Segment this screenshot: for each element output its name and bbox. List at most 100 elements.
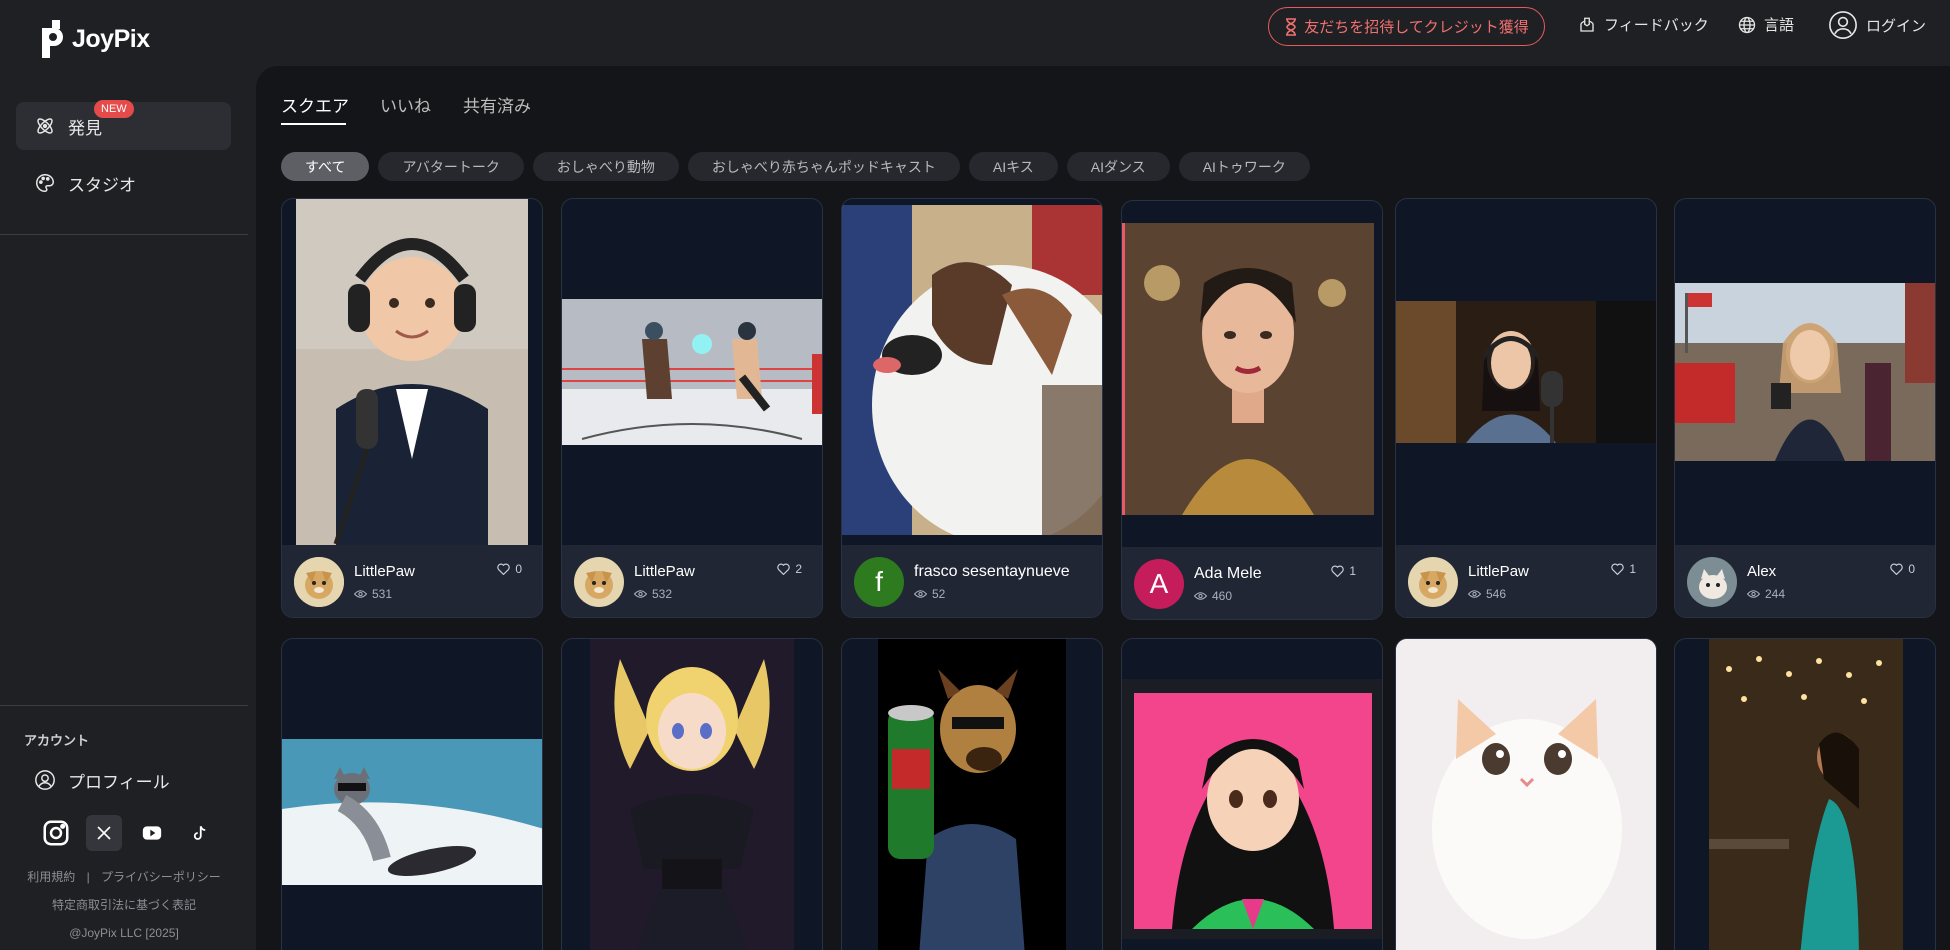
- view-count-value: 52: [932, 587, 946, 601]
- sidebar-item-discover[interactable]: 発見 NEW: [16, 100, 231, 150]
- heart-icon: [1890, 563, 1904, 575]
- tab-shared[interactable]: 共有済み: [463, 92, 531, 117]
- sidebar-item-profile[interactable]: プロフィール: [16, 756, 231, 804]
- video-card[interactable]: [561, 638, 823, 950]
- video-card[interactable]: [1395, 638, 1657, 950]
- video-thumbnail[interactable]: [562, 299, 822, 445]
- avatar[interactable]: [294, 557, 344, 607]
- terms-link[interactable]: 利用規約: [27, 870, 75, 884]
- view-count: 532: [634, 587, 672, 601]
- like-button[interactable]: 0: [1890, 562, 1915, 576]
- card-footer: LittlePaw 546 1: [1396, 545, 1656, 617]
- video-card[interactable]: [1674, 638, 1936, 950]
- video-card[interactable]: f frasco sesentaynueve 52: [841, 198, 1103, 618]
- avatar[interactable]: [1687, 557, 1737, 607]
- sidebar-item-label: 発見: [68, 118, 102, 138]
- heart-icon: [777, 563, 791, 575]
- filter-avatar-talk[interactable]: アバタートーク: [378, 152, 524, 181]
- video-thumbnail[interactable]: [1122, 223, 1374, 515]
- filter-chips: すべて アバタートーク おしゃべり動物 おしゃべり赤ちゃんポッドキャスト AIキ…: [281, 152, 1310, 181]
- sidebar-divider: [0, 705, 248, 706]
- like-button[interactable]: 1: [1611, 562, 1636, 576]
- video-thumbnail[interactable]: [1709, 639, 1903, 950]
- filter-ai-dance[interactable]: AIダンス: [1066, 152, 1170, 181]
- video-thumbnail[interactable]: [1396, 639, 1656, 950]
- video-card[interactable]: Alex 244 0: [1674, 198, 1936, 618]
- instagram-icon[interactable]: [38, 815, 74, 851]
- card-footer: f frasco sesentaynueve 52: [842, 545, 1102, 617]
- video-card[interactable]: LittlePaw 546 1: [1395, 198, 1657, 618]
- video-card[interactable]: [281, 638, 543, 950]
- like-count: 1: [1629, 562, 1636, 576]
- like-button[interactable]: 2: [777, 562, 802, 576]
- filter-ai-twerk[interactable]: AIトゥワーク: [1178, 152, 1310, 181]
- heart-icon: [497, 563, 511, 575]
- video-thumbnail[interactable]: [590, 639, 794, 950]
- login-button[interactable]: ログイン: [1828, 10, 1926, 40]
- view-count-value: 531: [372, 587, 393, 601]
- avatar[interactable]: [1408, 557, 1458, 607]
- video-thumbnail[interactable]: [878, 639, 1066, 950]
- language-label: 言語: [1764, 17, 1795, 34]
- eye-icon: [354, 590, 367, 598]
- view-count-value: 460: [1212, 589, 1233, 603]
- sidebar-item-studio[interactable]: スタジオ: [16, 159, 231, 207]
- legal-links: 利用規約 | プライバシーポリシー: [0, 868, 248, 885]
- app-name: JoyPix: [72, 24, 150, 53]
- hourglass-icon: [1286, 17, 1297, 36]
- creator-name[interactable]: LittlePaw: [634, 563, 695, 580]
- logo-icon: [42, 20, 63, 58]
- video-thumbnail[interactable]: [842, 205, 1102, 535]
- eye-icon: [634, 590, 647, 598]
- sidebar-item-label: スタジオ: [68, 175, 136, 195]
- video-card[interactable]: [841, 638, 1103, 950]
- tiktok-icon[interactable]: [182, 815, 218, 851]
- avatar[interactable]: [574, 557, 624, 607]
- copyright: @JoyPix LLC [2025]: [69, 926, 179, 940]
- invite-friends-button[interactable]: 友だちを招待してクレジット獲得: [1268, 7, 1545, 46]
- feedback-label: フィードバック: [1604, 17, 1709, 34]
- user-circle-icon: [1829, 11, 1857, 39]
- avatar[interactable]: A: [1134, 559, 1184, 609]
- creator-name[interactable]: LittlePaw: [354, 563, 415, 580]
- youtube-icon[interactable]: [134, 815, 170, 851]
- video-thumbnail[interactable]: [282, 739, 542, 885]
- like-button[interactable]: 0: [497, 562, 522, 576]
- view-count: 460: [1194, 589, 1232, 603]
- new-badge: NEW: [94, 100, 134, 118]
- privacy-link[interactable]: プライバシーポリシー: [101, 870, 221, 884]
- creator-name[interactable]: Ada Mele: [1194, 565, 1262, 583]
- view-count: 531: [354, 587, 392, 601]
- filter-talking-animals[interactable]: おしゃべり動物: [532, 152, 679, 181]
- tab-square[interactable]: スクエア: [281, 92, 349, 117]
- video-thumbnail[interactable]: [1122, 679, 1382, 939]
- video-thumbnail[interactable]: [1675, 283, 1935, 461]
- creator-name[interactable]: Alex: [1747, 563, 1776, 580]
- feedback-button[interactable]: フィードバック: [1578, 14, 1709, 35]
- language-button[interactable]: 言語: [1738, 14, 1794, 35]
- like-count: 0: [1908, 562, 1915, 576]
- like-count: 1: [1349, 564, 1356, 578]
- video-card[interactable]: LittlePaw 532 2: [561, 198, 823, 618]
- sidebar-item-label: プロフィール: [68, 772, 170, 792]
- tab-likes[interactable]: いいね: [380, 92, 431, 117]
- creator-name[interactable]: LittlePaw: [1468, 563, 1529, 580]
- video-thumbnail[interactable]: [296, 199, 528, 547]
- atom-icon: [37, 118, 53, 134]
- filter-all[interactable]: すべて: [281, 152, 370, 181]
- avatar[interactable]: f: [854, 557, 904, 607]
- filter-ai-kiss[interactable]: AIキス: [968, 152, 1058, 181]
- app-logo[interactable]: JoyPix: [38, 18, 150, 60]
- video-thumbnail[interactable]: [1396, 301, 1656, 443]
- filter-baby-podcast[interactable]: おしゃべり赤ちゃんポッドキャスト: [687, 152, 960, 181]
- video-card[interactable]: A Ada Mele 460 1: [1121, 200, 1383, 620]
- like-button[interactable]: 1: [1331, 564, 1356, 578]
- commerce-link[interactable]: 特定商取引法に基づく表記: [0, 896, 248, 913]
- main-content: スクエア いいね 共有済み すべて アバタートーク おしゃべり動物 おしゃべり赤…: [256, 66, 1950, 950]
- video-card[interactable]: LittlePaw 531 0: [281, 198, 543, 618]
- view-count-value: 244: [1765, 587, 1786, 601]
- x-icon[interactable]: [86, 815, 122, 851]
- creator-name[interactable]: frasco sesentaynueve: [914, 563, 1070, 581]
- view-count-value: 532: [652, 587, 673, 601]
- video-card[interactable]: [1121, 638, 1383, 950]
